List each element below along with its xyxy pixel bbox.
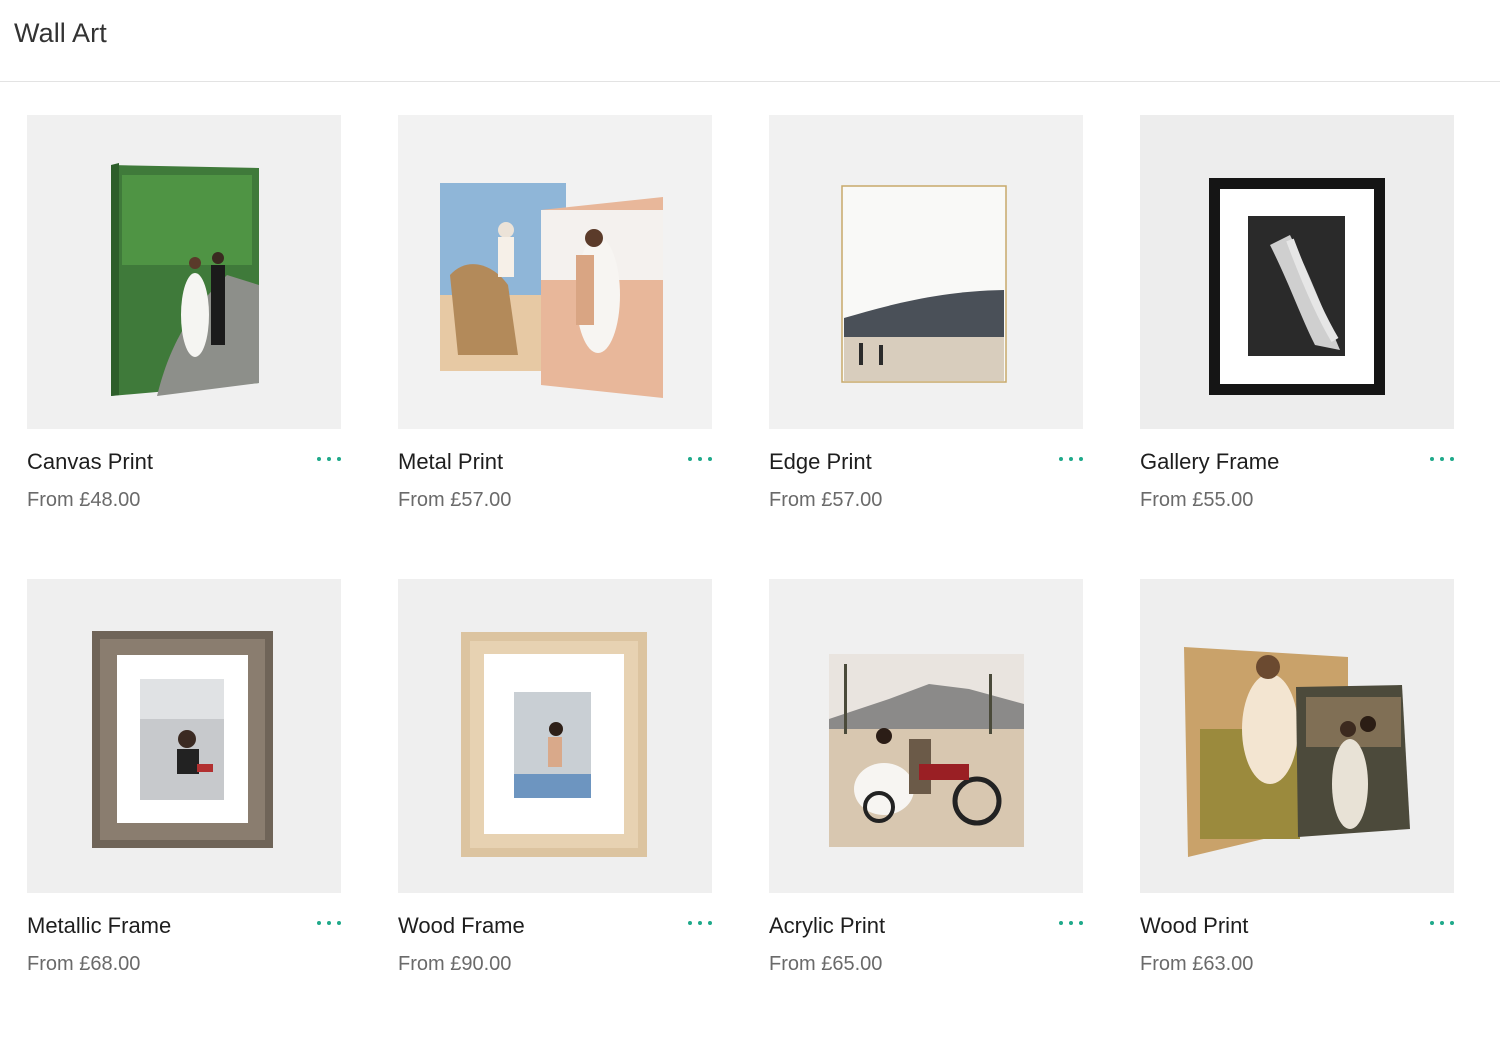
- more-options-icon[interactable]: [688, 915, 712, 931]
- product-name[interactable]: Canvas Print: [27, 449, 341, 475]
- product-price: From £55.00: [1140, 489, 1254, 511]
- product-name[interactable]: Gallery Frame: [1140, 449, 1454, 475]
- more-options-icon[interactable]: [1059, 451, 1083, 467]
- product-name[interactable]: Wood Frame: [398, 913, 712, 939]
- product-image[interactable]: [27, 115, 341, 429]
- product-grid: Canvas Print From £48.00 Metal Print Fro…: [27, 115, 1454, 1043]
- product-card[interactable]: Metal Print From £57.00: [398, 115, 712, 579]
- more-options-icon[interactable]: [1059, 915, 1083, 931]
- product-card[interactable]: Edge Print From £57.00: [769, 115, 1083, 579]
- product-image[interactable]: [398, 579, 712, 893]
- product-image[interactable]: [27, 579, 341, 893]
- product-card[interactable]: Canvas Print From £48.00: [27, 115, 341, 579]
- product-name[interactable]: Edge Print: [769, 449, 1083, 475]
- more-options-icon[interactable]: [317, 451, 341, 467]
- product-price: From £90.00: [398, 953, 512, 975]
- more-options-icon[interactable]: [1430, 451, 1454, 467]
- product-image[interactable]: [769, 115, 1083, 429]
- product-name[interactable]: Wood Print: [1140, 913, 1454, 939]
- product-name[interactable]: Metallic Frame: [27, 913, 341, 939]
- product-image[interactable]: [1140, 579, 1454, 893]
- page-header: Wall Art: [0, 0, 1500, 82]
- product-image[interactable]: [769, 579, 1083, 893]
- product-card[interactable]: Metallic Frame From £68.00: [27, 579, 341, 1043]
- page-title: Wall Art: [14, 18, 107, 48]
- product-name[interactable]: Metal Print: [398, 449, 712, 475]
- product-price: From £57.00: [398, 489, 512, 511]
- more-options-icon[interactable]: [688, 451, 712, 467]
- product-price: From £57.00: [769, 489, 883, 511]
- product-price: From £68.00: [27, 953, 141, 975]
- more-options-icon[interactable]: [1430, 915, 1454, 931]
- product-price: From £63.00: [1140, 953, 1254, 975]
- product-card[interactable]: Wood Print From £63.00: [1140, 579, 1454, 1043]
- product-card[interactable]: Wood Frame From £90.00: [398, 579, 712, 1043]
- product-price: From £65.00: [769, 953, 883, 975]
- product-image[interactable]: [1140, 115, 1454, 429]
- more-options-icon[interactable]: [317, 915, 341, 931]
- product-price: From £48.00: [27, 489, 141, 511]
- product-card[interactable]: Acrylic Print From £65.00: [769, 579, 1083, 1043]
- product-image[interactable]: [398, 115, 712, 429]
- product-name[interactable]: Acrylic Print: [769, 913, 1083, 939]
- product-card[interactable]: Gallery Frame From £55.00: [1140, 115, 1454, 579]
